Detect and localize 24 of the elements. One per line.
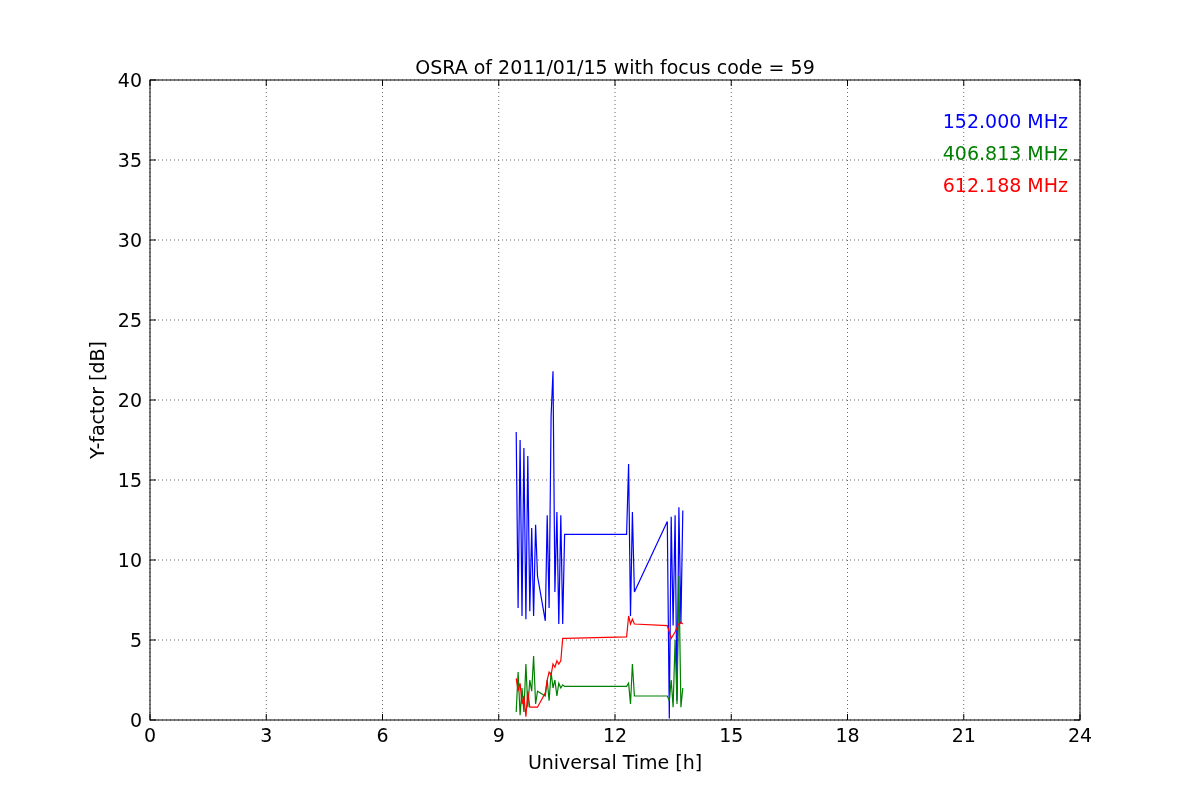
x-tick-label: 0	[143, 724, 157, 746]
x-tick-label: 24	[1067, 724, 1093, 746]
x-tick-label: 3	[260, 724, 273, 746]
y-tick-label: 0	[129, 709, 142, 731]
y-tick-label: 20	[117, 389, 142, 411]
legend-label: 152.000 MHz	[942, 110, 1068, 132]
y-tick-label: 40	[117, 69, 142, 91]
x-tick-label: 6	[376, 724, 389, 746]
x-axis-label: Universal Time [h]	[527, 751, 703, 773]
y-tick-label: 5	[129, 629, 142, 651]
x-tick-label: 18	[835, 724, 860, 746]
x-tick-label: 9	[492, 724, 505, 746]
legend-label: 612.188 MHz	[942, 174, 1068, 196]
chart-title: OSRA of 2011/01/15 with focus code = 59	[415, 56, 815, 78]
y-tick-label: 35	[117, 149, 142, 171]
y-tick-label: 10	[117, 549, 142, 571]
x-tick-label: 15	[719, 724, 744, 746]
y-axis-label: Y-factor [dB]	[86, 341, 108, 459]
x-tick-label: 21	[951, 724, 976, 746]
y-tick-label: 30	[117, 229, 142, 251]
y-tick-label: 15	[117, 469, 142, 491]
legend-label: 406.813 MHz	[942, 142, 1068, 164]
x-tick-label: 12	[602, 724, 628, 746]
y-tick-label: 25	[117, 309, 142, 331]
